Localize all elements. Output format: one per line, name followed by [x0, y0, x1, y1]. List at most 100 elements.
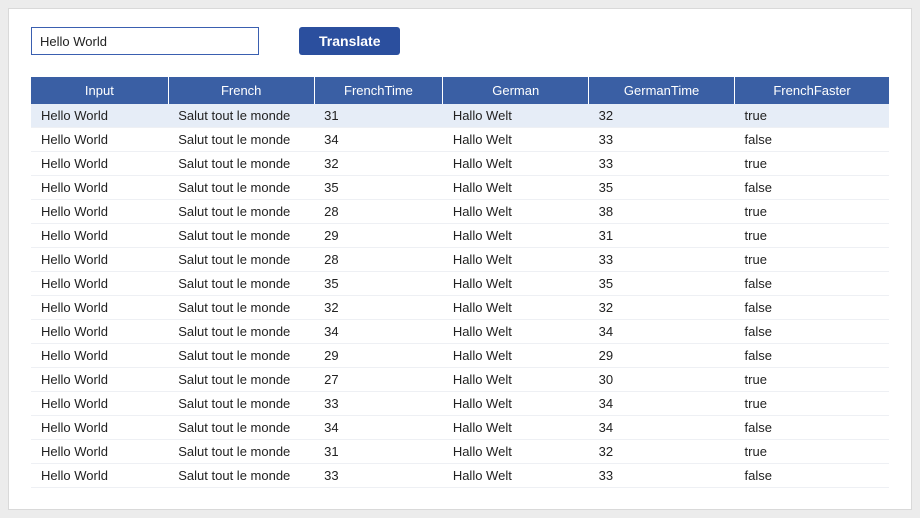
cell-frenchtime: 31 [314, 440, 443, 464]
cell-frenchtime: 28 [314, 248, 443, 272]
cell-germantime: 34 [589, 392, 735, 416]
cell-input: Hello World [31, 296, 168, 320]
cell-input: Hello World [31, 176, 168, 200]
cell-input: Hello World [31, 152, 168, 176]
cell-frenchfaster: false [735, 176, 889, 200]
cell-frenchtime: 27 [314, 368, 443, 392]
table-row[interactable]: Hello WorldSalut tout le monde32Hallo We… [31, 296, 889, 320]
cell-germantime: 38 [589, 200, 735, 224]
cell-germantime: 30 [589, 368, 735, 392]
cell-frenchtime: 29 [314, 344, 443, 368]
cell-germantime: 33 [589, 128, 735, 152]
cell-input: Hello World [31, 200, 168, 224]
cell-frenchtime: 34 [314, 320, 443, 344]
table-row[interactable]: Hello WorldSalut tout le monde32Hallo We… [31, 152, 889, 176]
column-header-german[interactable]: German [443, 77, 589, 104]
cell-french: Salut tout le monde [168, 344, 314, 368]
cell-french: Salut tout le monde [168, 248, 314, 272]
cell-french: Salut tout le monde [168, 464, 314, 488]
cell-french: Salut tout le monde [168, 368, 314, 392]
cell-german: Hallo Welt [443, 224, 589, 248]
table-row[interactable]: Hello WorldSalut tout le monde29Hallo We… [31, 344, 889, 368]
cell-input: Hello World [31, 440, 168, 464]
table-row[interactable]: Hello WorldSalut tout le monde27Hallo We… [31, 368, 889, 392]
table-row[interactable]: Hello WorldSalut tout le monde34Hallo We… [31, 128, 889, 152]
cell-german: Hallo Welt [443, 368, 589, 392]
cell-input: Hello World [31, 320, 168, 344]
cell-germantime: 32 [589, 104, 735, 128]
table-row[interactable]: Hello WorldSalut tout le monde31Hallo We… [31, 104, 889, 128]
table-row[interactable]: Hello WorldSalut tout le monde28Hallo We… [31, 248, 889, 272]
cell-frenchfaster: true [735, 224, 889, 248]
cell-french: Salut tout le monde [168, 392, 314, 416]
cell-frenchfaster: true [735, 440, 889, 464]
cell-frenchtime: 33 [314, 392, 443, 416]
window-frame: Translate Input French FrenchTime German… [0, 0, 920, 518]
cell-frenchtime: 28 [314, 200, 443, 224]
cell-germantime: 33 [589, 464, 735, 488]
cell-german: Hallo Welt [443, 464, 589, 488]
cell-germantime: 35 [589, 272, 735, 296]
cell-frenchfaster: false [735, 296, 889, 320]
table-row[interactable]: Hello WorldSalut tout le monde31Hallo We… [31, 440, 889, 464]
cell-frenchtime: 31 [314, 104, 443, 128]
cell-frenchtime: 35 [314, 272, 443, 296]
column-header-frenchfaster[interactable]: FrenchFaster [735, 77, 889, 104]
column-header-germantime[interactable]: GermanTime [589, 77, 735, 104]
cell-input: Hello World [31, 128, 168, 152]
cell-frenchtime: 33 [314, 464, 443, 488]
cell-french: Salut tout le monde [168, 440, 314, 464]
translate-button[interactable]: Translate [299, 27, 400, 55]
cell-germantime: 33 [589, 152, 735, 176]
cell-germantime: 35 [589, 176, 735, 200]
cell-input: Hello World [31, 416, 168, 440]
translate-input[interactable] [31, 27, 259, 55]
column-header-input[interactable]: Input [31, 77, 168, 104]
table-row[interactable]: Hello WorldSalut tout le monde35Hallo We… [31, 176, 889, 200]
cell-german: Hallo Welt [443, 392, 589, 416]
content-panel: Translate Input French FrenchTime German… [8, 8, 912, 510]
table-header-row: Input French FrenchTime German GermanTim… [31, 77, 889, 104]
cell-german: Hallo Welt [443, 440, 589, 464]
cell-german: Hallo Welt [443, 176, 589, 200]
column-header-french[interactable]: French [168, 77, 314, 104]
cell-german: Hallo Welt [443, 320, 589, 344]
table-row[interactable]: Hello WorldSalut tout le monde29Hallo We… [31, 224, 889, 248]
cell-germantime: 31 [589, 224, 735, 248]
cell-frenchtime: 34 [314, 416, 443, 440]
cell-frenchfaster: true [735, 368, 889, 392]
cell-french: Salut tout le monde [168, 296, 314, 320]
cell-frenchfaster: true [735, 392, 889, 416]
cell-input: Hello World [31, 104, 168, 128]
table-row[interactable]: Hello WorldSalut tout le monde33Hallo We… [31, 464, 889, 488]
results-table: Input French FrenchTime German GermanTim… [31, 77, 889, 488]
cell-german: Hallo Welt [443, 200, 589, 224]
cell-frenchfaster: false [735, 416, 889, 440]
cell-frenchfaster: true [735, 200, 889, 224]
cell-germantime: 34 [589, 416, 735, 440]
cell-frenchtime: 34 [314, 128, 443, 152]
cell-germantime: 33 [589, 248, 735, 272]
cell-frenchfaster: false [735, 128, 889, 152]
cell-frenchtime: 35 [314, 176, 443, 200]
cell-germantime: 29 [589, 344, 735, 368]
table-row[interactable]: Hello WorldSalut tout le monde34Hallo We… [31, 416, 889, 440]
cell-frenchfaster: false [735, 464, 889, 488]
cell-frenchtime: 29 [314, 224, 443, 248]
table-row[interactable]: Hello WorldSalut tout le monde28Hallo We… [31, 200, 889, 224]
cell-german: Hallo Welt [443, 128, 589, 152]
cell-input: Hello World [31, 368, 168, 392]
table-row[interactable]: Hello WorldSalut tout le monde35Hallo We… [31, 272, 889, 296]
cell-frenchfaster: false [735, 272, 889, 296]
cell-french: Salut tout le monde [168, 272, 314, 296]
table-row[interactable]: Hello WorldSalut tout le monde33Hallo We… [31, 392, 889, 416]
cell-frenchtime: 32 [314, 152, 443, 176]
table-row[interactable]: Hello WorldSalut tout le monde34Hallo We… [31, 320, 889, 344]
cell-german: Hallo Welt [443, 344, 589, 368]
cell-french: Salut tout le monde [168, 320, 314, 344]
cell-french: Salut tout le monde [168, 224, 314, 248]
cell-input: Hello World [31, 272, 168, 296]
cell-frenchfaster: true [735, 152, 889, 176]
column-header-frenchtime[interactable]: FrenchTime [314, 77, 443, 104]
cell-german: Hallo Welt [443, 104, 589, 128]
